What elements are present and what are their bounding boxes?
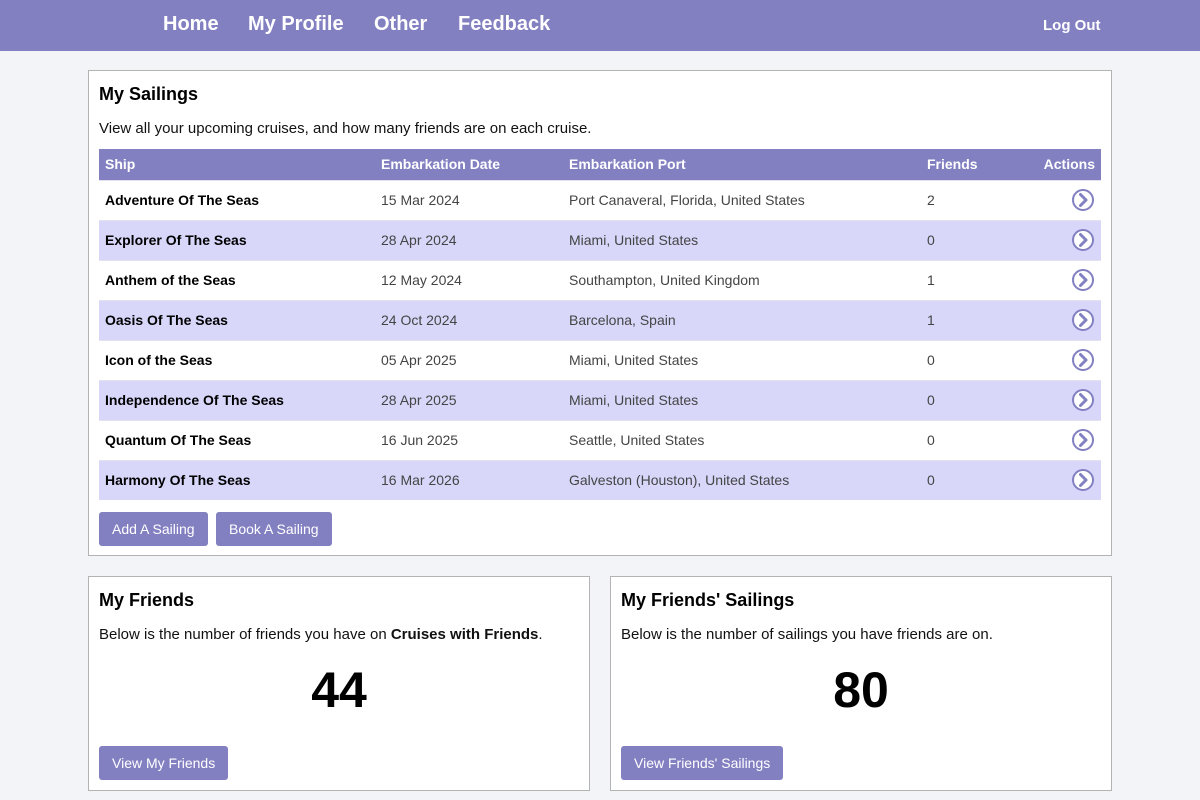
embarkation-port-cell: Port Canaveral, Florida, United States [563, 179, 921, 220]
embarkation-date-cell: 15 Mar 2024 [375, 179, 563, 220]
friends-sailings-description: Below is the number of sailings you have… [621, 626, 993, 643]
chevron-right-circle-icon[interactable] [1071, 228, 1095, 252]
embarkation-date-cell: 16 Mar 2026 [375, 459, 563, 500]
ship-name-cell: Oasis Of The Seas [99, 299, 375, 340]
embarkation-date-cell: 28 Apr 2025 [375, 379, 563, 420]
row-action-cell [1011, 219, 1101, 260]
friends-count: 44 [311, 662, 367, 718]
chevron-right-circle-icon[interactable] [1071, 188, 1095, 212]
nav-other-link[interactable]: Other [374, 13, 427, 36]
embarkation-port-cell: Miami, United States [563, 339, 921, 380]
friends-count-cell: 0 [921, 219, 1011, 260]
table-row: Anthem of the Seas 12 May 2024 Southampton… [99, 259, 1101, 300]
row-action-cell [1011, 179, 1101, 220]
friends-count-cell: 1 [921, 259, 1011, 300]
ship-name-cell: Adventure Of The Seas [99, 179, 375, 220]
embarkation-port-cell: Miami, United States [563, 219, 921, 260]
view-my-friends-button[interactable]: View My Friends [99, 746, 229, 780]
friends-count-cell: 0 [921, 419, 1011, 460]
sailings-table-header: Ship Embarkation Date Embarkation Port F… [99, 149, 1101, 180]
ship-name-cell: Explorer Of The Seas [99, 219, 375, 260]
embarkation-date-cell: 12 May 2024 [375, 259, 563, 300]
table-row: Harmony Of The Seas 16 Mar 2026 Galveston … [99, 459, 1101, 500]
chevron-right-circle-icon[interactable] [1071, 268, 1095, 292]
my-friends-description: Below is the number of friends you have … [99, 626, 543, 643]
ship-name-cell: Harmony Of The Seas [99, 459, 375, 500]
friends-count-cell: 1 [921, 299, 1011, 340]
column-header-friends[interactable]: Friends [921, 149, 1011, 180]
embarkation-date-cell: 28 Apr 2024 [375, 219, 563, 260]
embarkation-port-cell: Miami, United States [563, 379, 921, 420]
embarkation-port-cell: Seattle, United States [563, 419, 921, 460]
site-name-bold: Cruises with Friends [390, 626, 539, 643]
embarkation-date-cell: 05 Apr 2025 [375, 339, 563, 380]
embarkation-date-cell: 24 Oct 2024 [375, 299, 563, 340]
book-sailing-button[interactable]: Book A Sailing [216, 512, 332, 546]
nav-my-profile-link[interactable]: My Profile [248, 13, 344, 36]
row-action-cell [1011, 459, 1101, 500]
table-row: Independence Of The Seas 28 Apr 2025 Miami… [99, 379, 1101, 420]
column-header-date[interactable]: Embarkation Date [375, 149, 563, 180]
friends-count-cell: 2 [921, 179, 1011, 220]
row-action-cell [1011, 339, 1101, 380]
row-action-cell [1011, 419, 1101, 460]
friends-sailings-count: 80 [833, 662, 889, 718]
embarkation-port-cell: Galveston (Houston), United States [563, 459, 921, 500]
friends-sailings-panel: My Friends' Sailings Below is the number… [610, 576, 1112, 791]
chevron-right-circle-icon[interactable] [1071, 348, 1095, 372]
my-friends-description-prefix: Below is the number of friends you have … [99, 626, 391, 643]
table-row: Adventure Of The Seas 15 Mar 2024 Port Can… [99, 179, 1101, 220]
add-sailing-button[interactable]: Add A Sailing [99, 512, 208, 546]
friends-count-cell: 0 [921, 459, 1011, 500]
row-action-cell [1011, 259, 1101, 300]
my-friends-panel: My Friends Below is the number of friend… [88, 576, 590, 791]
chevron-right-circle-icon[interactable] [1071, 308, 1095, 332]
table-row: Oasis Of The Seas 24 Oct 2024 Barcelona, S… [99, 299, 1101, 340]
view-friends-sailings-button[interactable]: View Friends' Sailings [621, 746, 784, 780]
row-action-cell [1011, 379, 1101, 420]
sailings-table-body: Adventure Of The Seas 15 Mar 2024 Port Can… [99, 179, 1101, 500]
friends-sailings-title: My Friends' Sailings [621, 590, 795, 610]
table-row: Quantum Of The Seas 16 Jun 2025 Seattle, U… [99, 419, 1101, 460]
row-action-cell [1011, 299, 1101, 340]
my-sailings-description: View all your upcoming cruises, and how … [99, 120, 592, 137]
ship-name-cell: Icon of the Seas [99, 339, 375, 380]
top-navbar: Home My Profile Other Feedback Log Out [0, 0, 1200, 51]
column-header-ship[interactable]: Ship [99, 149, 375, 180]
chevron-right-circle-icon[interactable] [1071, 428, 1095, 452]
nav-feedback-link[interactable]: Feedback [458, 13, 550, 36]
chevron-right-circle-icon[interactable] [1071, 468, 1095, 492]
my-friends-description-suffix: . [538, 626, 543, 643]
embarkation-date-cell: 16 Jun 2025 [375, 419, 563, 460]
table-row: Icon of the Seas 05 Apr 2025 Miami, United… [99, 339, 1101, 380]
ship-name-cell: Quantum Of The Seas [99, 419, 375, 460]
table-row: Explorer Of The Seas 28 Apr 2024 Miami, Un… [99, 219, 1101, 260]
sailings-table: Ship Embarkation Date Embarkation Port F… [99, 149, 1101, 500]
embarkation-port-cell: Southampton, United Kingdom [563, 259, 921, 300]
friends-count-cell: 0 [921, 379, 1011, 420]
column-header-actions: Actions [1011, 149, 1101, 180]
ship-name-cell: Independence Of The Seas [99, 379, 375, 420]
logout-link[interactable]: Log Out [1043, 17, 1100, 34]
ship-name-cell: Anthem of the Seas [99, 259, 375, 300]
chevron-right-circle-icon[interactable] [1071, 388, 1095, 412]
my-sailings-panel: My Sailings View all your upcoming cruis… [88, 70, 1112, 556]
friends-count-cell: 0 [921, 339, 1011, 380]
nav-home-link[interactable]: Home [163, 13, 219, 36]
embarkation-port-cell: Barcelona, Spain [563, 299, 921, 340]
my-friends-title: My Friends [99, 590, 195, 610]
my-sailings-title: My Sailings [99, 84, 199, 104]
column-header-port[interactable]: Embarkation Port [563, 149, 921, 180]
